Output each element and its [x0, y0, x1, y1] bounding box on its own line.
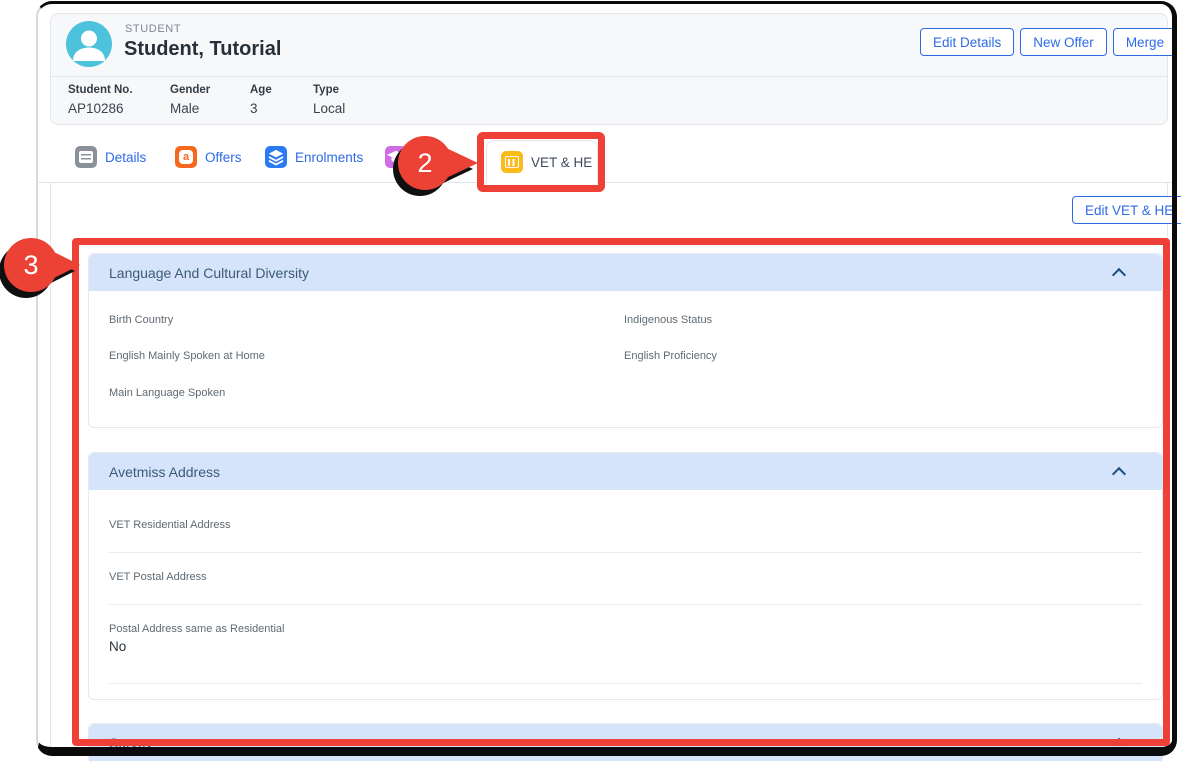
header-divider	[52, 76, 1168, 77]
tab-enrolments[interactable]: Enrolments	[265, 146, 363, 168]
info-label: Type	[313, 84, 345, 96]
section-header[interactable]: Survey	[89, 724, 1162, 761]
info-label: Gender	[170, 84, 210, 96]
section-title: Language And Cultural Diversity	[109, 265, 309, 281]
field-label-vet-residential-address: VET Residential Address	[109, 519, 230, 531]
info-student-no: Student No. AP10286	[68, 84, 133, 116]
layers-icon	[265, 146, 287, 168]
field-divider	[109, 683, 1142, 684]
section-header[interactable]: Avetmiss Address	[89, 453, 1162, 490]
tab-label: Details	[105, 150, 146, 165]
info-gender: Gender Male	[170, 84, 210, 116]
section-survey: Survey	[88, 723, 1163, 763]
field-value-postal-same-as-residential: No	[109, 639, 126, 654]
field-label-english-mainly-spoken: English Mainly Spoken at Home	[109, 350, 265, 362]
info-label: Age	[250, 84, 272, 96]
merge-button[interactable]: Merge	[1113, 28, 1177, 56]
student-avatar-icon	[66, 21, 112, 67]
screenshot-canvas: STUDENT Student, Tutorial Edit Details N…	[0, 0, 1181, 763]
tab-offers[interactable]: a Offers	[175, 146, 242, 168]
field-label-main-language: Main Language Spoken	[109, 387, 225, 399]
document-icon	[75, 146, 97, 168]
entity-type-label: STUDENT	[125, 23, 181, 35]
field-label-english-proficiency: English Proficiency	[624, 350, 717, 362]
info-age: Age 3	[250, 84, 272, 116]
section-avetmiss-address: Avetmiss Address VET Residential Address…	[88, 452, 1163, 700]
tab-label: Offers	[205, 150, 242, 165]
field-label-birth-country: Birth Country	[109, 314, 173, 326]
edit-vet-he-button[interactable]: Edit VET & HE	[1072, 196, 1181, 224]
graduation-cap-icon	[385, 146, 407, 168]
tab-vet-he[interactable]: VET & HE	[486, 140, 598, 184]
section-title: Survey	[109, 735, 153, 751]
field-label-vet-postal-address: VET Postal Address	[109, 571, 207, 583]
chevron-up-icon[interactable]	[1112, 738, 1126, 752]
field-divider	[109, 604, 1142, 605]
info-value: Male	[170, 101, 210, 116]
student-name: Student, Tutorial	[124, 38, 281, 61]
columns-icon	[501, 151, 523, 173]
section-title: Avetmiss Address	[109, 464, 220, 480]
field-divider	[109, 552, 1142, 553]
edit-details-button[interactable]: Edit Details	[920, 28, 1014, 56]
tab-details[interactable]: Details	[75, 146, 146, 168]
chevron-up-icon[interactable]	[1112, 467, 1126, 481]
offers-icon: a	[175, 146, 197, 168]
info-label: Student No.	[68, 84, 133, 96]
tab-partially-hidden[interactable]	[385, 146, 407, 168]
section-language-cultural-diversity: Language And Cultural Diversity Birth Co…	[88, 253, 1163, 428]
tab-label: VET & HE	[531, 155, 592, 170]
field-label-postal-same-as-residential: Postal Address same as Residential	[109, 623, 284, 635]
header-action-buttons: Edit Details New Offer Merge	[920, 28, 1181, 56]
info-value: Local	[313, 101, 345, 116]
new-offer-button[interactable]: New Offer	[1020, 28, 1107, 56]
info-value: AP10286	[68, 101, 133, 116]
section-header[interactable]: Language And Cultural Diversity	[89, 254, 1162, 291]
field-label-indigenous-status: Indigenous Status	[624, 314, 712, 326]
info-value: 3	[250, 101, 272, 116]
info-type: Type Local	[313, 84, 345, 116]
chevron-up-icon[interactable]	[1112, 268, 1126, 282]
tab-label-fragment: ys	[443, 153, 457, 168]
tab-label: Enrolments	[295, 150, 363, 165]
